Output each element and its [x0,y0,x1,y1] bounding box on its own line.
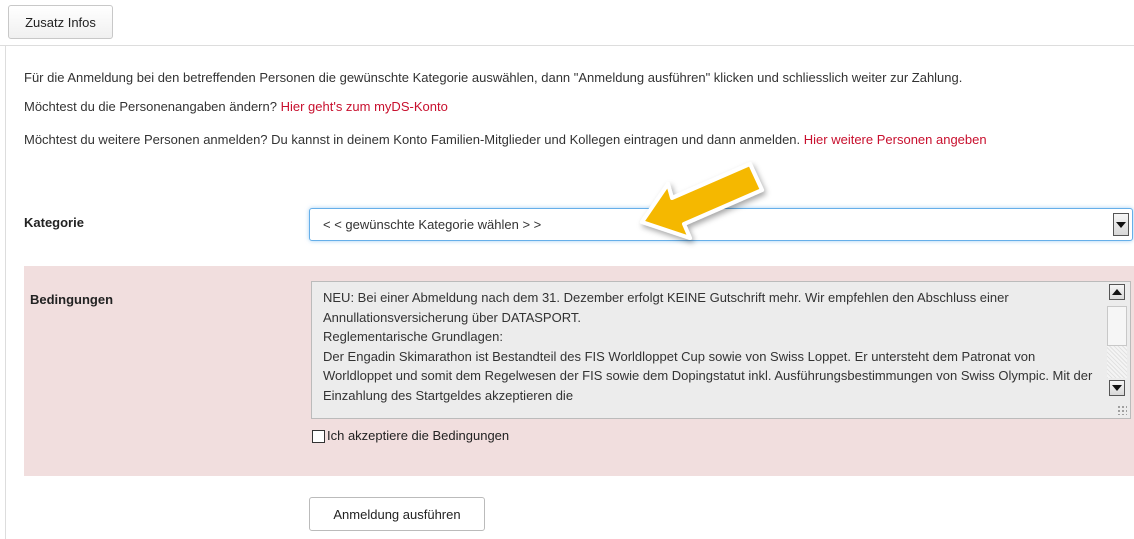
scroll-up-icon[interactable] [1109,284,1125,300]
category-label: Kategorie [24,215,84,230]
left-border [5,45,6,539]
chevron-down-icon[interactable] [1113,213,1129,236]
intro-edit-person-text: Möchtest du die Personenangaben ändern? [24,99,281,114]
scroll-thumb[interactable] [1107,306,1127,346]
scroll-track[interactable] [1107,346,1127,378]
arrow-pointer-icon [640,162,764,240]
conditions-scrollbar[interactable] [1106,284,1128,396]
accept-conditions-checkbox[interactable] [312,430,325,443]
conditions-text: NEU: Bei einer Abmeldung nach dem 31. De… [323,290,1093,403]
conditions-textarea[interactable]: NEU: Bei einer Abmeldung nach dem 31. De… [311,281,1131,419]
accept-conditions-label[interactable]: Ich akzeptiere die Bedingungen [327,428,509,443]
resize-grip-icon[interactable] [1117,405,1127,415]
intro-instructions: Für die Anmeldung bei den betreffenden P… [24,70,963,85]
submit-registration-button[interactable]: Anmeldung ausführen [309,497,485,531]
header-divider [0,45,1134,46]
intro-add-persons-text: Möchtest du weitere Personen anmelden? D… [24,132,804,147]
intro-add-persons: Möchtest du weitere Personen anmelden? D… [24,130,1114,150]
mydskonto-link[interactable]: Hier geht's zum myDS-Konto [281,99,448,114]
category-selected-value: < < gewünschte Kategorie wählen > > [323,217,542,232]
scroll-down-icon[interactable] [1109,380,1125,396]
zusatz-infos-button[interactable]: Zusatz Infos [8,5,113,39]
add-persons-link[interactable]: Hier weitere Personen angeben [804,132,987,147]
intro-edit-person: Möchtest du die Personenangaben ändern? … [24,97,448,117]
conditions-label: Bedingungen [30,292,114,307]
